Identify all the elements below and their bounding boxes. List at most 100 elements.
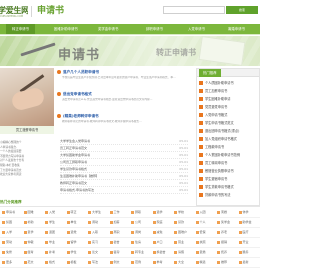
category-link[interactable]: 转正 [66,208,77,217]
category-link[interactable]: 入职 [88,228,98,237]
nav-item-6[interactable]: 离婚申请书 [228,24,245,34]
category-link[interactable]: 助学金 [238,218,252,227]
sidebar-item[interactable]: 入党申请书格式 [199,111,259,119]
category-link[interactable]: 入团 [195,208,206,217]
category-link[interactable]: 离职 [109,228,120,237]
sidebar-item[interactable]: 退出团申请书格式(重点) [199,127,259,135]
category-link[interactable]: 学位 [66,248,77,257]
category-link[interactable]: 住房 [131,238,141,247]
sidebar-item[interactable]: 员工转岗申请书 [199,159,259,167]
category-link[interactable]: 离婚 [217,208,227,217]
nav-item-3[interactable]: 奖学金申请书 [98,24,118,34]
category-link[interactable]: 抚养 [217,248,227,257]
category-link[interactable]: 范文 [23,258,34,267]
category-link[interactable]: 宿舍 [109,238,120,247]
category-link[interactable]: 转专业 [131,248,144,257]
category-link[interactable]: 推荐 [217,258,227,267]
category-link[interactable]: 大学生 [88,208,101,217]
category-link[interactable]: 困难户 [174,228,187,237]
sidebar-item[interactable]: 学生贷款申请书格式 [199,183,259,191]
category-link[interactable]: 复婚 [195,248,206,257]
list-item[interactable]: 学生贷款申请书格式 05-01 [60,166,188,173]
category-link[interactable]: 毕业 [45,238,55,247]
list-item[interactable]: 大学学生会入党申请书 05-01 [60,138,188,145]
category-link[interactable]: 营业 [174,238,184,247]
article-title[interactable]: (精美)老师转评申请书 [57,114,99,119]
category-link[interactable]: 调岗 [131,228,141,237]
nav-item-2[interactable]: 困难补助申请书 [54,24,78,34]
list-item[interactable]: 公司员工辞职申请书 05-01 [60,159,188,166]
nav-item-5[interactable]: 入党申请书 [188,24,205,34]
category-link[interactable]: 写法 [88,258,98,267]
sidebar-item[interactable]: 党员退党申请书 [199,103,259,111]
category-link[interactable]: 范例 [131,258,141,267]
category-link[interactable]: 补助 [23,218,34,227]
site-logo[interactable]: 学爱生网 XUEAISHENG.COM [0,2,28,22]
category-link[interactable]: 低保 [195,228,206,237]
category-link[interactable]: 减免 [152,228,163,237]
hero-banner[interactable]: 申请书 转正申请书 [0,36,260,66]
list-item[interactable]: 申请书格式,申请书的写法 05-01 [60,187,188,194]
list-item[interactable]: 员工转正申请书范文 05-01 [60,145,188,152]
category-link[interactable]: 户口 [152,238,163,247]
category-link[interactable]: 贷款 [174,218,184,227]
category-link[interactable]: 入学 [2,228,12,237]
category-link[interactable]: 退学 [152,208,163,217]
sidebar-item[interactable]: 贷款申请书的写法 [199,191,259,199]
list-item[interactable]: 生活困难补助申请书【推荐】 05-01 [60,173,188,180]
category-link[interactable]: 更多 [2,258,12,267]
sidebar-item[interactable]: 学生申请书格式范文 [199,119,259,127]
category-link[interactable]: 大全 [174,258,184,267]
article-title[interactable]: 退出党申请书格式 [57,92,92,97]
category-link[interactable]: 赡养 [238,248,249,257]
category-link[interactable]: 劳动 [2,238,12,247]
category-link[interactable]: 最新 [238,258,249,267]
category-link[interactable]: 执照 [195,238,206,247]
category-link[interactable]: 退党 [66,228,77,237]
sidebar-item[interactable]: 个人贫困补助申请书范例 [199,151,259,159]
featured-photo[interactable] [0,68,54,132]
category-link[interactable]: 学生 [45,218,55,227]
category-link[interactable]: 退团 [45,228,55,237]
search-input[interactable] [163,6,225,14]
nav-item-1[interactable]: 转正申请书 [6,24,35,34]
sidebar-item[interactable]: 学生退宿申请书 [199,175,259,183]
category-link[interactable]: 辞职 [131,208,141,217]
category-link[interactable]: 加薪 [109,218,120,227]
sidebar-item[interactable]: 员工加薪申请书 [199,87,259,95]
category-link[interactable]: 医疗 [238,228,249,237]
list-item[interactable]: 教师转正申请书范文 05-01 [60,180,188,187]
category-link[interactable]: 休学 [238,208,249,217]
category-link[interactable]: 模板 [66,258,77,267]
category-link[interactable]: 申请书 [2,208,15,217]
category-link[interactable]: 精选 [195,258,206,267]
category-link[interactable]: 请假 [174,248,184,257]
category-link[interactable]: 参考 [152,258,163,267]
category-link[interactable]: 实习 [88,238,98,247]
category-link[interactable]: 留学 [66,238,77,247]
category-link[interactable]: 复学 [23,228,34,237]
category-link[interactable]: 单位 [66,218,77,227]
sidebar-item[interactable]: 餐馆营业执照申请书 [199,167,259,175]
sidebar-item[interactable]: 工程款申请书 [199,143,259,151]
nav-item-4[interactable]: 辞职申请书 [146,24,163,34]
photo-caption[interactable]: 员工涨薪申请书 [0,126,54,134]
list-item[interactable]: 大学贫困助学金申请书 05-01 [60,152,188,159]
category-link[interactable]: 换宿舍 [152,248,166,257]
category-link[interactable]: 例文 [109,258,120,267]
category-link[interactable]: 贫困 [2,218,12,227]
category-link[interactable]: 工作 [109,208,120,217]
category-link[interactable]: 学校 [174,208,184,217]
category-link[interactable]: 公司 [131,218,141,227]
category-link[interactable]: 开业 [238,238,249,247]
category-link[interactable]: 免修 [2,248,12,257]
sidebar-item[interactable]: 加入党组织申请书格式 [199,135,259,143]
sidebar-item[interactable]: 个人质困补助申请书 [199,79,259,87]
article-title[interactable]: 落户几个人员职申请书 [57,70,99,75]
sidebar-item[interactable]: 学生困难补助申请 [199,95,259,103]
category-link[interactable]: 仲裁 [23,238,34,247]
category-link[interactable]: 缓考 [23,248,34,257]
category-link[interactable]: 答辩 [109,248,120,257]
category-link[interactable]: 调动 [88,218,98,227]
category-link[interactable]: 报销 [217,238,227,247]
